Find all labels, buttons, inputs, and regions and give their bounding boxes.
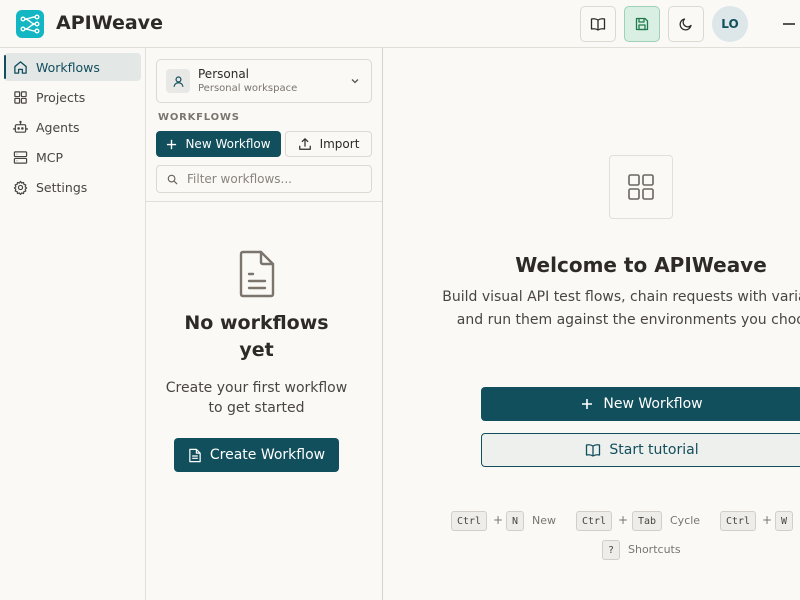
shortcut-label: Shortcuts — [628, 543, 681, 556]
shortcut-key: Tab — [632, 511, 663, 531]
shortcut-key: N — [506, 511, 525, 531]
save-button[interactable] — [624, 6, 660, 42]
gear-icon — [12, 179, 28, 195]
grid-icon — [12, 89, 28, 105]
shortcut-plus: + — [493, 513, 504, 527]
empty-state-subtitle: Create your first workflow to get starte… — [165, 380, 348, 416]
shortcut-label: Cycle — [670, 514, 701, 527]
save-icon — [635, 17, 649, 31]
app-header: APIWeave LO — [0, 0, 800, 48]
shortcut-plus: + — [762, 513, 773, 527]
chevron-down-icon — [351, 79, 359, 84]
sidebar-item-label: Settings — [36, 179, 88, 195]
upload-icon — [298, 138, 311, 150]
workflows-panel: Personal Personal workspace WORKFLOWS Ne… — [146, 48, 383, 600]
robot-icon — [12, 119, 28, 135]
start-tutorial-button[interactable]: Start tutorial — [481, 433, 800, 467]
shortcut-key: Ctrl — [720, 511, 757, 531]
new-workflow-main-button[interactable]: New Workflow — [481, 387, 800, 421]
button-label: Create Workflow — [209, 447, 326, 463]
home-icon — [12, 59, 28, 75]
document-icon — [239, 250, 275, 298]
divider — [146, 201, 382, 202]
workspace-selector[interactable]: Personal Personal workspace — [156, 59, 372, 103]
button-label: New Workflow — [185, 137, 271, 151]
main-content: Welcome to APIWeave Build visual API tes… — [383, 48, 800, 600]
app-logo-icon[interactable] — [16, 10, 44, 38]
button-label: Start tutorial — [609, 442, 699, 458]
shortcut-label: New — [532, 514, 556, 527]
shortcut-key: Ctrl — [451, 511, 488, 531]
filter-workflows-input[interactable] — [187, 170, 367, 188]
plus-icon — [582, 399, 593, 409]
create-workflow-button[interactable]: Create Workflow — [174, 438, 339, 472]
book-open-icon — [586, 444, 601, 457]
empty-state-title: No workflows yet — [184, 312, 329, 361]
filter-workflows-field — [156, 165, 372, 193]
moon-icon — [679, 18, 692, 31]
minimize-icon[interactable] — [783, 23, 795, 25]
workspace-name: Personal — [198, 67, 250, 81]
welcome-title: Welcome to APIWeave — [515, 253, 767, 277]
sidebar-item-agents[interactable]: Agents — [4, 113, 141, 141]
user-icon — [166, 69, 190, 93]
sidebar-item-projects[interactable]: Projects — [4, 83, 141, 111]
section-label: WORKFLOWS — [158, 112, 240, 123]
import-button[interactable]: Import — [285, 131, 372, 157]
file-text-icon — [189, 448, 201, 462]
sidebar-item-workflows[interactable]: Workflows — [4, 53, 141, 81]
new-workflow-button[interactable]: New Workflow — [156, 131, 281, 157]
theme-toggle-button[interactable] — [668, 6, 704, 42]
sidebar-item-label: Workflows — [36, 59, 100, 75]
workspace-subtitle: Personal workspace — [198, 83, 298, 94]
sidebar-item-mcp[interactable]: MCP — [4, 143, 141, 171]
sidebar-item-label: MCP — [36, 149, 64, 165]
sidebar: Workflows Projects Agents MCP Settings — [0, 48, 146, 600]
book-open-icon — [590, 18, 606, 31]
sidebar-item-settings[interactable]: Settings — [4, 173, 141, 201]
search-icon — [167, 174, 178, 185]
server-icon — [12, 149, 28, 165]
shortcut-key: W — [775, 511, 794, 531]
plus-icon — [167, 139, 177, 149]
welcome-grid-icon — [609, 155, 673, 219]
shortcut-plus: + — [618, 513, 629, 527]
button-label: New Workflow — [603, 396, 703, 412]
docs-button[interactable] — [580, 6, 616, 42]
shortcut-key: Ctrl — [576, 511, 613, 531]
user-avatar[interactable]: LO — [712, 6, 748, 42]
sidebar-item-label: Projects — [36, 89, 86, 105]
shortcut-key: ? — [602, 540, 621, 560]
welcome-description: Build visual API test flows, chain reque… — [442, 289, 800, 328]
button-label: Import — [319, 137, 360, 151]
app-title: APIWeave — [56, 12, 163, 34]
sidebar-item-label: Agents — [36, 119, 80, 135]
